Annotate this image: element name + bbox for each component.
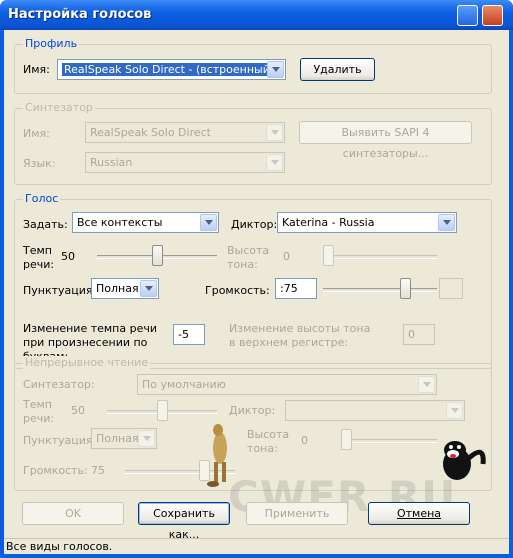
voice-pitch-value: 0 [283,250,290,263]
voice-rate-slider-thumb[interactable] [151,245,163,266]
chevron-down-icon[interactable] [446,402,463,419]
continuous-speaker-label: Диктор: [229,404,276,417]
synth-group: Синтезатор Имя: RealSpeak Solo Direct Вы… [14,101,492,185]
chevron-down-icon[interactable] [266,124,283,141]
continuous-speaker-combo[interactable] [285,400,465,421]
continuous-volume-label: Громкость: [23,464,88,477]
voice-pitch-label: Высота тона: [227,244,270,271]
profile-group: Профиль Имя: RealSpeak Solo Direct - (вс… [14,37,492,94]
apply-button[interactable]: Применить [246,502,348,525]
voice-punct-combo[interactable]: Полная [91,278,159,299]
voice-speaker-value: Katerina - Russia [282,216,375,229]
continuous-pitch-label: Высота тона: [247,428,290,455]
voice-rate-value: 50 [61,250,75,263]
delete-button[interactable]: Удалить [300,58,375,81]
continuous-punct-value: Полная [96,432,139,445]
chevron-down-icon[interactable] [266,154,283,171]
voice-spell-rate-field[interactable]: -5 [173,324,205,345]
detect-sapi4-button[interactable]: Выявить SAPI 4 синтезаторы... [299,121,472,160]
voice-set-label: Задать: [23,218,68,231]
voice-upper-pitch-value: 0 [408,328,415,341]
continuous-pitch-track[interactable] [341,439,437,443]
dialog-client: Профиль Имя: RealSpeak Solo Direct - (вс… [4,30,509,554]
voice-volume-aux-field [439,278,463,299]
voice-spell-rate-value: -5 [178,328,189,341]
voice-rate-label: Темп речи: [23,244,55,271]
continuous-synth-value: По умолчанию [142,378,226,391]
window-title: Настройка голосов [8,7,152,22]
continuous-legend: Непрерывное чтение [23,356,151,369]
synth-lang-value: Russian [90,156,133,169]
voice-set-value: Все контексты [77,216,163,229]
profile-legend: Профиль [23,37,80,50]
dialog-window: Настройка голосов Профиль Имя: RealSpeak… [0,0,513,558]
profile-name-label: Имя: [23,63,50,76]
synth-lang-label: Язык: [23,157,56,170]
voice-speaker-label: Диктор: [231,218,278,231]
chevron-down-icon[interactable] [267,61,284,78]
synth-name-label: Имя: [23,127,50,140]
ok-button[interactable]: OK [22,502,124,525]
synth-name-value: RealSpeak Solo Direct [90,126,211,139]
voice-volume-label: Громкость: [205,284,270,297]
continuous-volume-value: 75 [91,464,105,477]
cancel-label: Отмена [396,507,442,520]
continuous-punct-combo[interactable]: Полная [91,428,157,449]
voice-upper-pitch-label: Изменение высоты тона в верхнем регистре… [229,322,371,349]
voice-punct-value: Полная [96,282,139,295]
voice-group: Голос Задать: Все контексты Диктор: Kate… [14,192,492,369]
voice-legend: Голос [23,192,61,205]
continuous-rate-label: Темп речи: [23,398,55,425]
continuous-pitch-slider-thumb[interactable] [341,429,352,450]
continuous-synth-combo[interactable]: По умолчанию [137,374,437,395]
chevron-down-icon[interactable] [418,376,435,393]
continuous-synth-label: Синтезатор: [23,378,95,391]
voice-pitch-track[interactable] [323,255,437,259]
save-as-button[interactable]: Сохранить как... [138,502,230,541]
close-icon[interactable] [482,5,503,26]
voice-volume-slider-thumb[interactable] [400,278,412,299]
voice-set-combo[interactable]: Все контексты [72,212,219,233]
chevron-down-icon[interactable] [438,214,455,231]
voice-punct-label: Пунктуация: [23,284,97,297]
chevron-down-icon[interactable] [140,280,157,297]
continuous-punct-label: Пунктуация: [23,434,97,447]
help-icon[interactable] [457,5,478,26]
voice-volume-track[interactable] [323,288,437,292]
title-bar[interactable]: Настройка голосов [0,0,513,30]
chevron-down-icon[interactable] [138,430,155,447]
continuous-rate-slider-thumb[interactable] [156,400,168,421]
continuous-rate-value: 50 [71,404,85,417]
profile-name-combo[interactable]: RealSpeak Solo Direct - (встроенный) [57,59,286,80]
voice-volume-value: :75 [280,282,298,295]
voice-volume-field[interactable]: :75 [275,278,317,299]
chevron-down-icon[interactable] [200,214,217,231]
profile-name-value: RealSpeak Solo Direct - (встроенный) [62,63,277,76]
cancel-button[interactable]: Отмена [368,502,470,525]
synth-name-combo[interactable]: RealSpeak Solo Direct [85,122,285,143]
voice-speaker-combo[interactable]: Katerina - Russia [277,212,457,233]
status-text: Все виды голосов. [6,540,113,553]
voice-pitch-slider-thumb[interactable] [323,245,334,266]
synth-legend: Синтезатор [23,101,95,114]
continuous-pitch-value: 0 [301,434,308,447]
status-bar: Все виды голосов. [4,538,509,554]
synth-lang-combo[interactable]: Russian [85,152,285,173]
voice-upper-pitch-field[interactable]: 0 [403,324,435,345]
